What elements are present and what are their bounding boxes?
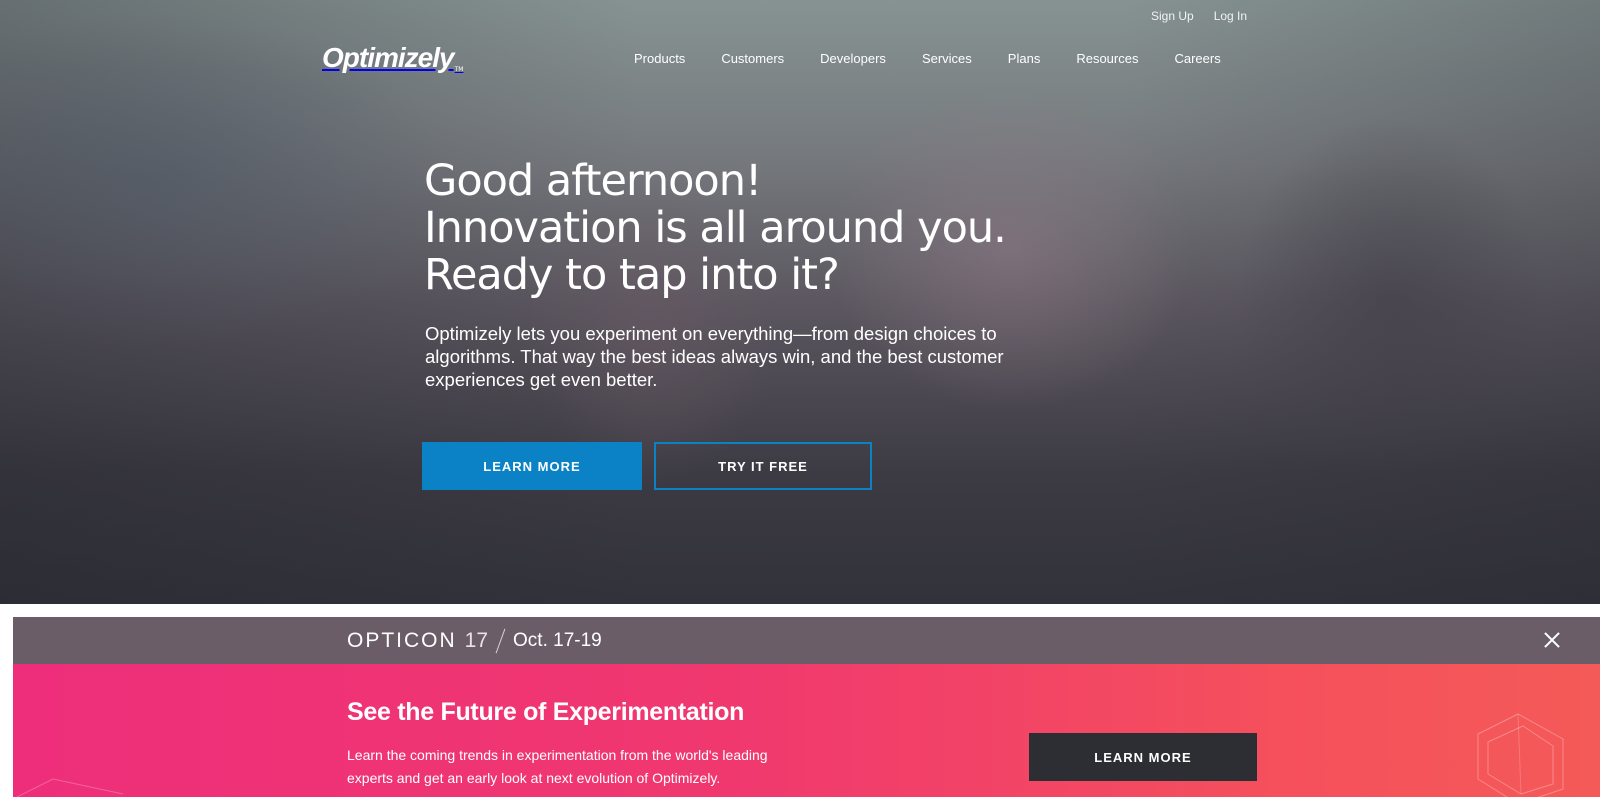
hero-subtext: Optimizely lets you experiment on everyt…	[425, 323, 1004, 390]
promo-header-bar: OPTICON 17 Oct. 17-19	[13, 617, 1600, 664]
nav-products[interactable]: Products	[634, 51, 685, 66]
nav-customers[interactable]: Customers	[721, 51, 784, 66]
optimizely-logo[interactable]: Optimizely TM	[322, 42, 463, 74]
nav-plans[interactable]: Plans	[1008, 51, 1041, 66]
promo-title: See the Future of Experimentation	[347, 698, 745, 726]
promo-body: See the Future of Experimentation Learn …	[13, 664, 1600, 797]
logo-trademark: TM	[454, 65, 464, 73]
decorative-cube-icon	[1477, 713, 1564, 797]
event-date: Oct. 17-19	[513, 630, 602, 651]
log-in-link[interactable]: Log In	[1214, 9, 1247, 23]
hero-background-image	[0, 0, 1600, 604]
nav-careers[interactable]: Careers	[1174, 51, 1220, 66]
event-year: 17	[464, 629, 489, 652]
nav-resources[interactable]: Resources	[1076, 51, 1138, 66]
learn-more-button[interactable]: LEARN MORE	[422, 442, 642, 490]
try-it-free-button[interactable]: TRY IT FREE	[654, 442, 872, 490]
hero-section: Sign Up Log In Optimizely TM Products Cu…	[0, 0, 1600, 604]
hero-headline: Good afternoon! Innovation is all around…	[424, 156, 1007, 300]
sign-up-link[interactable]: Sign Up	[1151, 9, 1194, 23]
promo-learn-more-button[interactable]: LEARN MORE	[1029, 733, 1257, 781]
nav-services[interactable]: Services	[922, 51, 972, 66]
utility-nav: Sign Up Log In	[1151, 9, 1247, 23]
logo-wordmark: Optimizely	[322, 42, 455, 73]
event-name: OPTICON	[347, 629, 457, 652]
close-icon[interactable]	[1544, 632, 1560, 648]
promo-text: Learn the coming trends in experimentati…	[347, 747, 768, 786]
slash-divider	[495, 628, 506, 654]
opticon-promo-banner: OPTICON 17 Oct. 17-19 See the Future of …	[13, 617, 1600, 797]
headline-line-2: Innovation is all around you.	[424, 203, 1007, 253]
opticon-event-label: OPTICON 17 Oct. 17-19	[347, 628, 602, 654]
main-nav: Products Customers Developers Services P…	[634, 51, 1221, 66]
headline-line-3: Ready to tap into it?	[424, 250, 840, 300]
headline-line-1: Good afternoon!	[424, 156, 762, 206]
nav-developers[interactable]: Developers	[820, 51, 886, 66]
decorative-shape-icon	[15, 778, 124, 797]
